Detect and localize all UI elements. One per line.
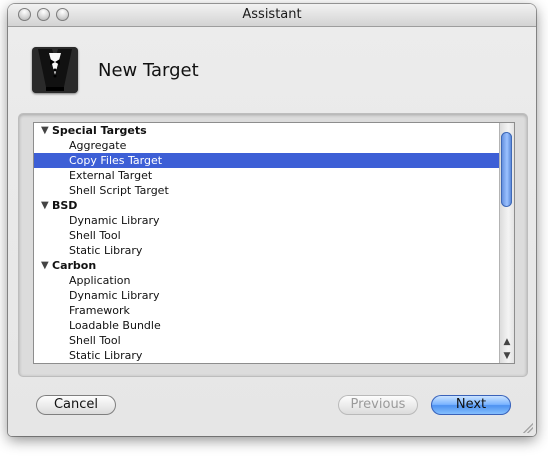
assistant-window: Assistant New Target ▼ Special Targets A… (8, 4, 536, 436)
cancel-button[interactable]: Cancel (36, 395, 116, 415)
disclosure-triangle-icon[interactable]: ▼ (41, 258, 49, 273)
list-item[interactable]: Loadable Bundle (34, 318, 500, 333)
item-label: Shell Tool (69, 334, 121, 347)
item-label: Application (69, 274, 131, 287)
list-item[interactable]: Shell Script Target (34, 183, 500, 198)
list-item[interactable]: Dynamic Library (34, 288, 500, 303)
item-label: Shell Tool (69, 229, 121, 242)
previous-button[interactable]: Previous (338, 395, 418, 415)
item-label: Copy Files Target (69, 154, 163, 167)
list-item[interactable]: Shell Tool (34, 228, 500, 243)
scroll-up-arrow-icon[interactable]: ▲ (500, 335, 514, 349)
group-special-targets[interactable]: ▼ Special Targets (34, 123, 500, 138)
item-label: Shell Script Target (69, 184, 169, 197)
target-list[interactable]: ▼ Special Targets Aggregate Copy Files T… (33, 122, 515, 364)
next-button[interactable]: Next (431, 395, 511, 415)
resize-grip-icon[interactable] (523, 423, 533, 433)
item-label: Loadable Bundle (69, 319, 161, 332)
item-label: Dynamic Library (69, 214, 160, 227)
group-label: Special Targets (52, 124, 147, 137)
item-label: Dynamic Library (69, 289, 160, 302)
group-label: Carbon (52, 259, 97, 272)
page-title: New Target (98, 60, 199, 81)
assistant-header: New Target (8, 27, 536, 107)
list-item-selected[interactable]: Copy Files Target (34, 153, 500, 168)
list-item[interactable]: Framework (34, 303, 500, 318)
list-item[interactable]: Static Library (34, 348, 500, 363)
list-item[interactable]: Dynamic Library (34, 213, 500, 228)
group-bsd[interactable]: ▼ BSD (34, 198, 500, 213)
item-label: External Target (69, 169, 153, 182)
item-label: Framework (69, 304, 130, 317)
tuxedo-icon (32, 47, 78, 93)
group-label: BSD (52, 199, 78, 212)
item-label: Static Library (69, 349, 143, 362)
vertical-scrollbar[interactable]: ▲ ▼ (499, 123, 514, 363)
list-item[interactable]: Aggregate (34, 138, 500, 153)
window-title: Assistant (242, 7, 302, 22)
list-item[interactable]: Application (34, 273, 500, 288)
item-label: Static Library (69, 244, 143, 257)
group-carbon[interactable]: ▼ Carbon (34, 258, 500, 273)
item-label: Aggregate (69, 139, 127, 152)
disclosure-triangle-icon[interactable]: ▼ (41, 198, 49, 213)
target-list-frame: ▼ Special Targets Aggregate Copy Files T… (18, 113, 528, 377)
scrollbar-thumb[interactable] (501, 132, 512, 207)
list-item[interactable]: Static Library (34, 243, 500, 258)
list-item[interactable]: External Target (34, 168, 500, 183)
disclosure-triangle-icon[interactable]: ▼ (41, 123, 49, 138)
list-item[interactable]: Shell Tool (34, 333, 500, 348)
scroll-down-arrow-icon[interactable]: ▼ (500, 349, 514, 363)
title-bar: Assistant (8, 4, 536, 27)
